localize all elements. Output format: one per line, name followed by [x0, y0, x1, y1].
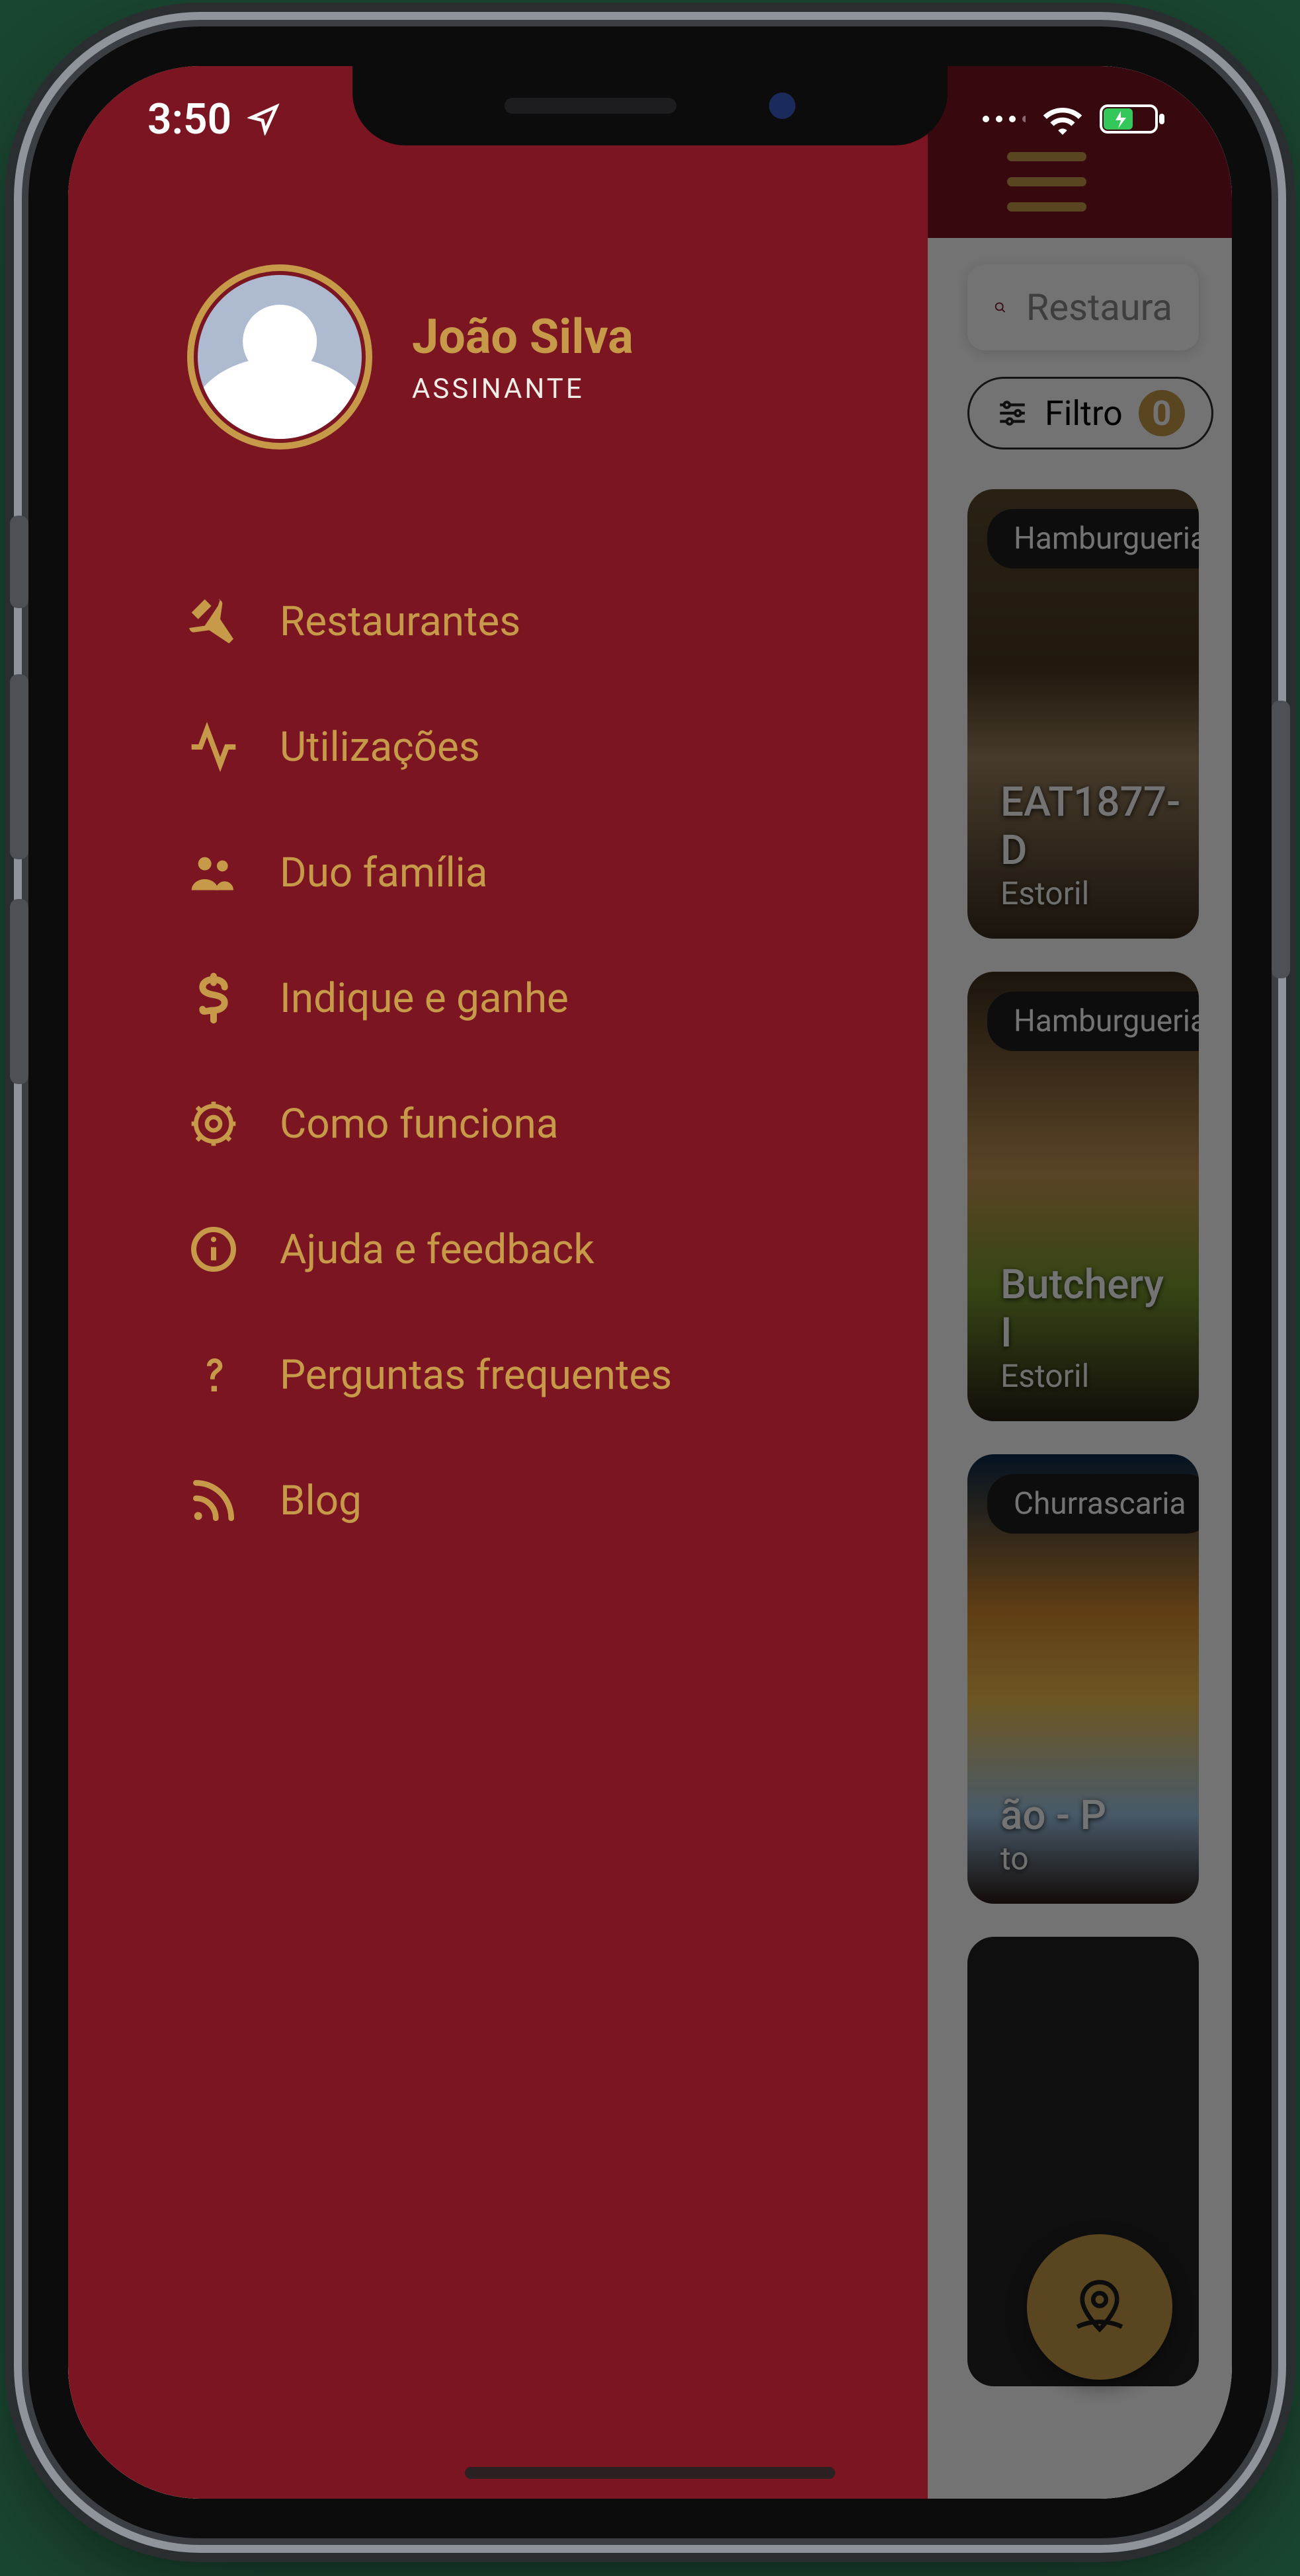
card-title: EAT1877- D — [1000, 778, 1166, 875]
restaurant-card[interactable]: Churrascaria ão - P to — [967, 1454, 1199, 1904]
side-button-silent — [10, 516, 28, 608]
search-placeholder: Restaura — [1026, 286, 1172, 329]
search-icon — [994, 288, 1006, 327]
drawer-menu: Restaurantes Utilizações Duo família — [187, 595, 848, 1527]
menu-item-label: Utilizações — [280, 723, 480, 771]
question-icon — [187, 1348, 240, 1401]
menu-item-ajuda-feedback[interactable]: Ajuda e feedback — [187, 1223, 848, 1276]
battery-charging-icon — [1100, 103, 1166, 135]
side-button-power — [1272, 701, 1290, 978]
notch — [352, 66, 948, 145]
ellipsis-icon — [979, 112, 1026, 126]
menu-item-blog[interactable]: Blog — [187, 1474, 848, 1527]
navigation-drawer: João Silva ASSINANTE Restaurantes — [68, 66, 928, 2499]
screen: Restaura Filtro 0 Hamburgueria — [68, 66, 1232, 2499]
rss-icon — [187, 1474, 240, 1527]
map-fab[interactable] — [1027, 2234, 1172, 2380]
menu-item-label: Restaurantes — [280, 598, 520, 646]
menu-item-label: Ajuda e feedback — [280, 1226, 594, 1274]
card-tag: Hamburgueria — [987, 509, 1199, 568]
activity-icon — [187, 721, 240, 773]
utensils-icon — [187, 595, 240, 648]
filter-icon — [996, 397, 1029, 430]
menu-item-duo-familia[interactable]: Duo família — [187, 846, 848, 899]
restaurant-card[interactable]: Hamburgueria EAT1877- D Estoril — [967, 489, 1199, 939]
profile-role: ASSINANTE — [412, 373, 633, 405]
filter-count-badge: 0 — [1139, 390, 1185, 436]
card-title: Butchery I — [1000, 1261, 1166, 1357]
menu-item-restaurantes[interactable]: Restaurantes — [187, 595, 848, 648]
menu-item-label: Duo família — [280, 849, 487, 897]
gear-icon — [187, 1097, 240, 1150]
search-input[interactable]: Restaura — [967, 264, 1199, 350]
status-time: 3:50 — [147, 95, 231, 144]
side-button-vol-down — [10, 899, 28, 1084]
menu-item-label: Perguntas frequentes — [280, 1351, 672, 1399]
card-title: ão - P — [1000, 1791, 1166, 1840]
filter-button[interactable]: Filtro 0 — [967, 377, 1213, 449]
card-subtitle: Estoril — [1000, 1357, 1166, 1395]
users-icon — [187, 846, 240, 899]
avatar — [187, 264, 372, 449]
side-button-vol-up — [10, 674, 28, 859]
wifi-icon — [1041, 103, 1084, 135]
dollar-icon — [187, 972, 240, 1025]
card-tag: Hamburgueria — [987, 992, 1199, 1051]
menu-item-faq[interactable]: Perguntas frequentes — [187, 1348, 848, 1401]
home-indicator[interactable] — [465, 2467, 835, 2479]
menu-item-indique-ganhe[interactable]: Indique e ganhe — [187, 972, 848, 1025]
info-icon — [187, 1223, 240, 1276]
phone-frame: Restaura Filtro 0 Hamburgueria — [28, 26, 1272, 2538]
card-tag: Churrascaria — [987, 1474, 1199, 1534]
profile-header[interactable]: João Silva ASSINANTE — [187, 264, 848, 449]
location-arrow-icon — [247, 102, 280, 136]
card-subtitle: to — [1000, 1840, 1166, 1877]
menu-item-label: Blog — [280, 1477, 362, 1525]
menu-item-label: Indique e ganhe — [280, 974, 569, 1023]
menu-item-utilizacoes[interactable]: Utilizações — [187, 721, 848, 773]
menu-item-como-funciona[interactable]: Como funciona — [187, 1097, 848, 1150]
filter-label: Filtro — [1045, 393, 1123, 434]
menu-item-label: Como funciona — [280, 1100, 559, 1148]
map-pin-icon — [1070, 2277, 1129, 2337]
card-subtitle: Estoril — [1000, 875, 1166, 912]
profile-name: João Silva — [412, 309, 633, 365]
restaurant-card[interactable]: Hamburgueria Butchery I Estoril — [967, 972, 1199, 1421]
